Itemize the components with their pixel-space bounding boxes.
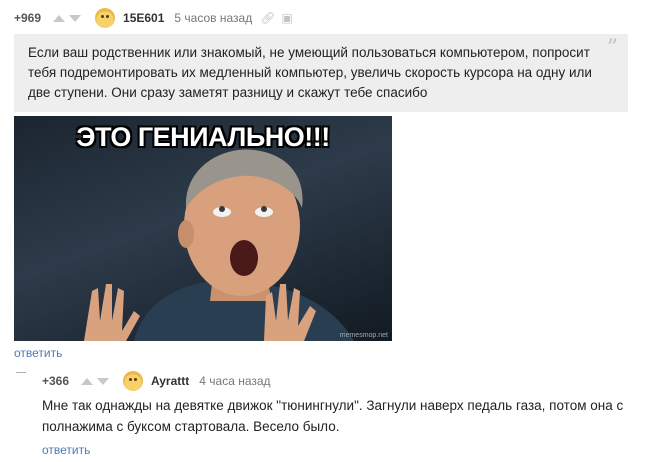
comment-gif-image[interactable]: ЭТО ГЕНИАЛЬНО!!! memesmop.net bbox=[14, 116, 392, 341]
reply-rating: +366 bbox=[42, 374, 70, 388]
comment-text: Если ваш родственник или знакомый, не ум… bbox=[28, 45, 592, 100]
arrow-down-icon[interactable] bbox=[97, 377, 110, 385]
comment-author[interactable]: 15E601 bbox=[123, 11, 164, 25]
reply-button[interactable]: ответить bbox=[42, 443, 90, 457]
reply-button[interactable]: ответить bbox=[14, 346, 62, 360]
save-icon[interactable]: ▣ bbox=[281, 11, 292, 25]
reply-text: Мне так однажды на девятке движок "тюнин… bbox=[42, 398, 624, 434]
comment-timestamp[interactable]: 5 часов назад bbox=[174, 11, 252, 25]
arrow-up-icon[interactable] bbox=[81, 377, 94, 385]
comment-rating: +969 bbox=[14, 11, 42, 25]
reply-author[interactable]: Ayrattt bbox=[151, 374, 189, 388]
gif-watermark: memesmop.net bbox=[339, 332, 388, 339]
gif-caption: ЭТО ГЕНИАЛЬНО!!! bbox=[76, 122, 330, 152]
arrow-up-icon[interactable] bbox=[53, 14, 66, 22]
comment-header: +969 15E601 5 часов назад 🔗︎ ▣ bbox=[14, 8, 293, 28]
reply-header: +366 Ayrattt 4 часа назад bbox=[42, 371, 271, 391]
link-icon[interactable]: 🔗︎ bbox=[260, 11, 275, 25]
avatar[interactable] bbox=[123, 371, 144, 391]
reply-timestamp[interactable]: 4 часа назад bbox=[199, 374, 270, 388]
quote-icon[interactable]: ” bbox=[607, 36, 618, 61]
thread-connector bbox=[16, 372, 26, 373]
avatar[interactable] bbox=[95, 8, 116, 28]
arrow-down-icon[interactable] bbox=[69, 14, 82, 22]
comment-body: Если ваш родственник или знакомый, не ум… bbox=[14, 34, 628, 112]
